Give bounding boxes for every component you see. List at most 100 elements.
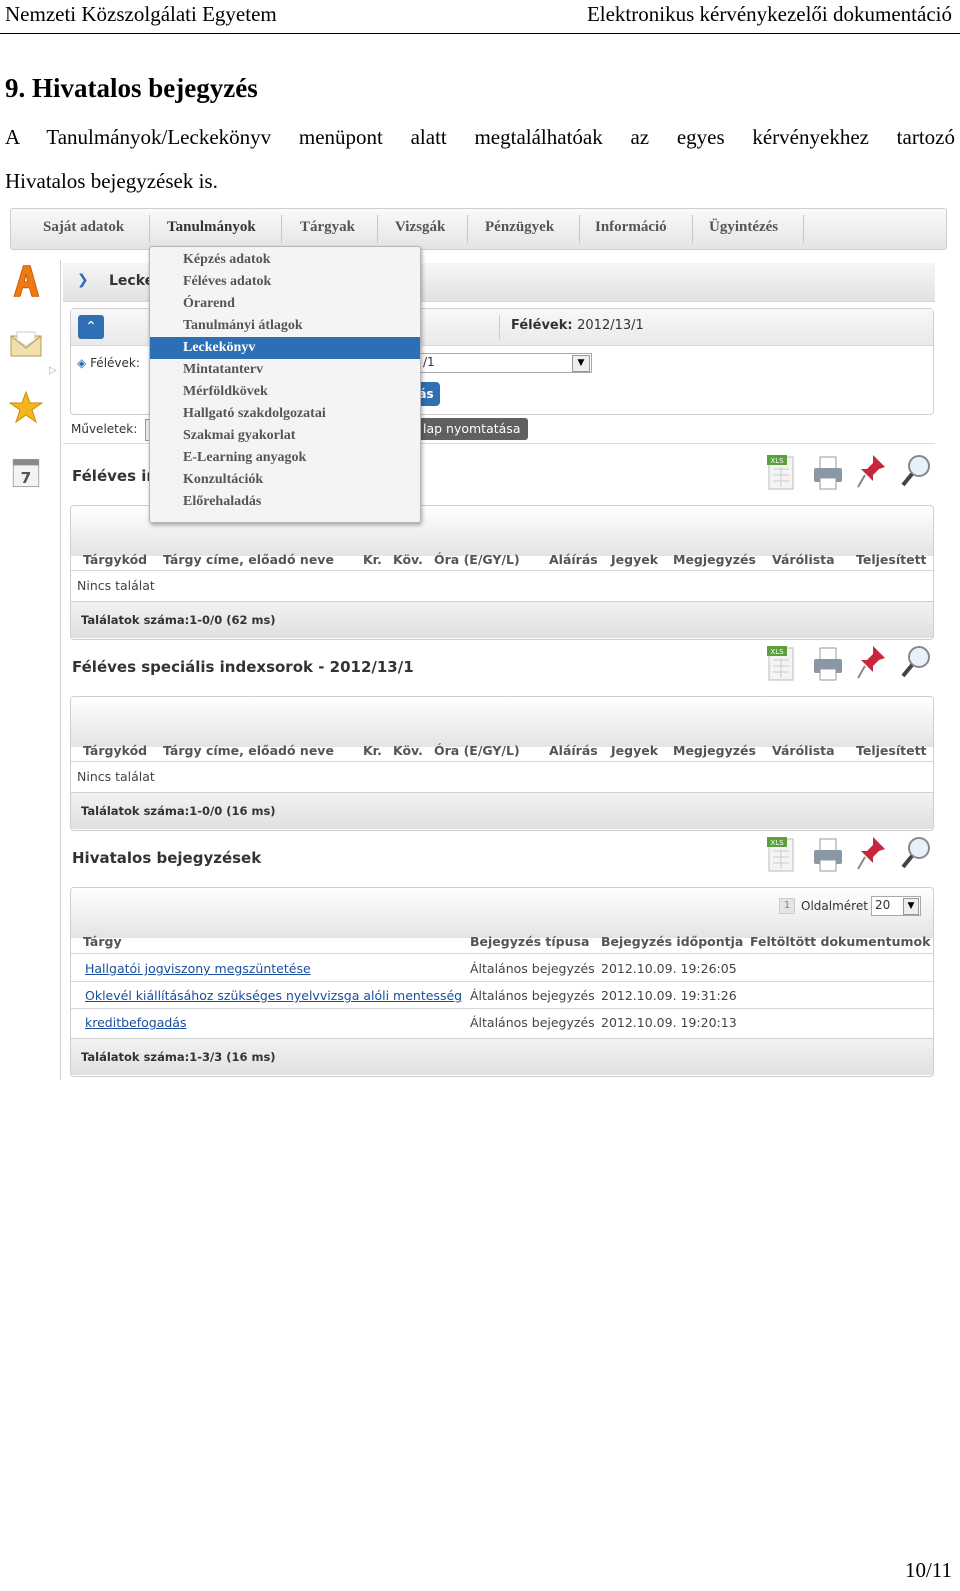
print-icon[interactable] xyxy=(811,453,845,493)
star-icon[interactable] xyxy=(9,390,43,424)
entry-subject-link[interactable]: Hallgatói jogviszony megszüntetése xyxy=(85,961,311,976)
no-result-text: Nincs találat xyxy=(77,769,155,784)
print-icon[interactable] xyxy=(811,644,845,684)
col-header[interactable]: Óra (E/GY/L) xyxy=(434,552,520,567)
menu-item-leckekonyv[interactable]: Leckekönyv xyxy=(150,337,420,359)
nav-informacio[interactable]: Információ xyxy=(595,219,667,236)
row-divider xyxy=(71,953,933,954)
col-header[interactable]: Teljesített xyxy=(856,552,927,567)
col-header[interactable]: Óra (E/GY/L) xyxy=(434,743,520,758)
menu-item-elorehaladas[interactable]: Előrehaladás xyxy=(150,491,420,513)
search-icon[interactable] xyxy=(899,835,933,875)
entry-type: Általános bejegyzés xyxy=(470,988,595,1003)
menu-item-orarend[interactable]: Órarend xyxy=(150,293,420,315)
col-header[interactable]: Tárgykód xyxy=(83,743,147,758)
table-footer: Találatok száma:1-0/0 (16 ms) xyxy=(71,792,933,829)
col-header[interactable]: Jegyek xyxy=(611,552,658,567)
menu-item-feleves-adatok[interactable]: Féléves adatok xyxy=(150,271,420,293)
menu-item-szakdolgozatai[interactable]: Hallgató szakdolgozatai xyxy=(150,403,420,425)
col-header[interactable]: Kr. xyxy=(363,552,382,567)
menu-item-tanulmanyi-atlagok[interactable]: Tanulmányi átlagok xyxy=(150,315,420,337)
felevek-select-value: /1 xyxy=(423,355,435,369)
col-header[interactable]: Teljesített xyxy=(856,743,927,758)
document-header-left: Nemzeti Közszolgálati Egyetem xyxy=(5,2,277,26)
section-title-specialis: Féléves speciális indexsorok - 2012/13/1 xyxy=(72,658,414,676)
expand-arrow-icon[interactable]: ▷ xyxy=(49,365,57,376)
pin-icon[interactable] xyxy=(855,453,889,493)
col-header[interactable]: Megjegyzés xyxy=(673,743,756,758)
col-header[interactable]: Aláírás xyxy=(549,552,598,567)
pin-icon[interactable] xyxy=(855,835,889,875)
search-icon[interactable] xyxy=(899,644,933,684)
menu-item-kepzes-adatok[interactable]: Képzés adatok xyxy=(150,249,420,271)
col-header[interactable]: Jegyek xyxy=(611,743,658,758)
print-icon[interactable] xyxy=(811,835,845,875)
col-header[interactable]: Köv. xyxy=(393,743,423,758)
hivatalos-table: 1 Oldalméret 20 ▼ Tárgy Bejegyzés típusa… xyxy=(70,887,934,1077)
section-toolbar: XLS xyxy=(765,644,935,688)
col-header[interactable]: Aláírás xyxy=(549,743,598,758)
svg-text:XLS: XLS xyxy=(770,839,784,847)
excel-export-icon[interactable]: XLS xyxy=(765,835,799,875)
page-size-select[interactable]: 20 ▼ xyxy=(871,896,921,916)
pin-icon[interactable] xyxy=(855,644,889,684)
nav-targyak[interactable]: Tárgyak xyxy=(300,219,355,236)
section-toolbar: XLS xyxy=(765,453,935,497)
left-sidebar: ▷ 7 xyxy=(5,260,57,520)
nav-separator xyxy=(692,215,693,243)
col-header[interactable]: Tárgykód xyxy=(83,552,147,567)
entry-time: 2012.10.09. 19:31:26 xyxy=(601,988,737,1003)
col-header[interactable]: Bejegyzés időpontja xyxy=(601,934,743,949)
entry-type: Általános bejegyzés xyxy=(470,961,595,976)
col-header[interactable]: Várólista xyxy=(772,552,835,567)
excel-export-icon[interactable]: XLS xyxy=(765,644,799,684)
calendar-icon[interactable]: 7 xyxy=(9,456,43,490)
font-size-icon[interactable] xyxy=(9,264,43,298)
collapse-button[interactable]: ⌃ xyxy=(78,315,104,339)
col-header[interactable]: Kr. xyxy=(363,743,382,758)
menu-item-szakmai-gyakorlat[interactable]: Szakmai gyakorlat xyxy=(150,425,420,447)
nav-tanulmanyok[interactable]: Tanulmányok xyxy=(167,219,256,236)
col-header[interactable]: Várólista xyxy=(772,743,835,758)
nav-sajat-adatok[interactable]: Saját adatok xyxy=(43,219,124,236)
main-navbar: Saját adatok Tanulmányok Tárgyak Vizsgák… xyxy=(10,208,947,250)
nav-penzugyek[interactable]: Pénzügyek xyxy=(485,219,554,236)
menu-item-e-learning[interactable]: E-Learning anyagok xyxy=(150,447,420,469)
col-header[interactable]: Köv. xyxy=(393,552,423,567)
no-result-text: Nincs találat xyxy=(77,578,155,593)
print-action-tooltip[interactable]: lap nyomtatása xyxy=(415,418,529,440)
result-count: Találatok száma:1-0/0 (16 ms) xyxy=(81,804,276,818)
col-header[interactable]: Feltöltött dokumentumok xyxy=(750,934,930,949)
col-header[interactable]: Tárgy címe, előadó neve xyxy=(163,552,334,567)
menu-item-merfoldkovek[interactable]: Mérföldkövek xyxy=(150,381,420,403)
entry-subject-link[interactable]: Oklevél kiállításához szükséges nyelvviz… xyxy=(85,988,462,1003)
divider xyxy=(60,260,61,1080)
nav-separator xyxy=(281,215,282,243)
chevron-down-icon[interactable]: ▼ xyxy=(572,355,590,372)
document-header-right: Elektronikus kérvénykezelői dokumentáció xyxy=(586,2,952,26)
entry-subject-link[interactable]: kreditbefogadás xyxy=(85,1015,186,1030)
table-footer: Találatok száma:1-0/0 (62 ms) xyxy=(71,601,933,638)
entry-time: 2012.10.09. 19:26:05 xyxy=(601,961,737,976)
tanulmanyok-dropdown-menu: Képzés adatok Féléves adatok Órarend Tan… xyxy=(149,246,421,523)
svg-text:7: 7 xyxy=(21,469,32,487)
section-toolbar: XLS xyxy=(765,835,935,879)
col-header[interactable]: Tárgy címe, előadó neve xyxy=(163,743,334,758)
col-header[interactable]: Tárgy xyxy=(83,934,122,949)
menu-item-mintatanterv[interactable]: Mintatanterv xyxy=(150,359,420,381)
search-icon[interactable] xyxy=(899,453,933,493)
menu-item-konzultaciok[interactable]: Konzultációk xyxy=(150,469,420,491)
paragraph-line-2: Hivatalos bejegyzések is. xyxy=(5,169,218,193)
col-header[interactable]: Megjegyzés xyxy=(673,552,756,567)
nav-ugyintezes[interactable]: Ügyintézés xyxy=(709,219,778,236)
felevek-select[interactable]: /1 ▼ xyxy=(416,353,592,373)
nav-vizsgak[interactable]: Vizsgák xyxy=(395,219,445,236)
excel-export-icon[interactable]: XLS xyxy=(765,453,799,493)
pager-page[interactable]: 1 xyxy=(779,898,795,914)
chevron-down-icon[interactable]: ▼ xyxy=(903,898,919,915)
nav-separator xyxy=(467,215,468,243)
page-number: 10/11 xyxy=(904,1558,952,1582)
col-header[interactable]: Bejegyzés típusa xyxy=(470,934,589,949)
message-icon[interactable] xyxy=(9,326,43,360)
svg-text:XLS: XLS xyxy=(770,648,784,656)
